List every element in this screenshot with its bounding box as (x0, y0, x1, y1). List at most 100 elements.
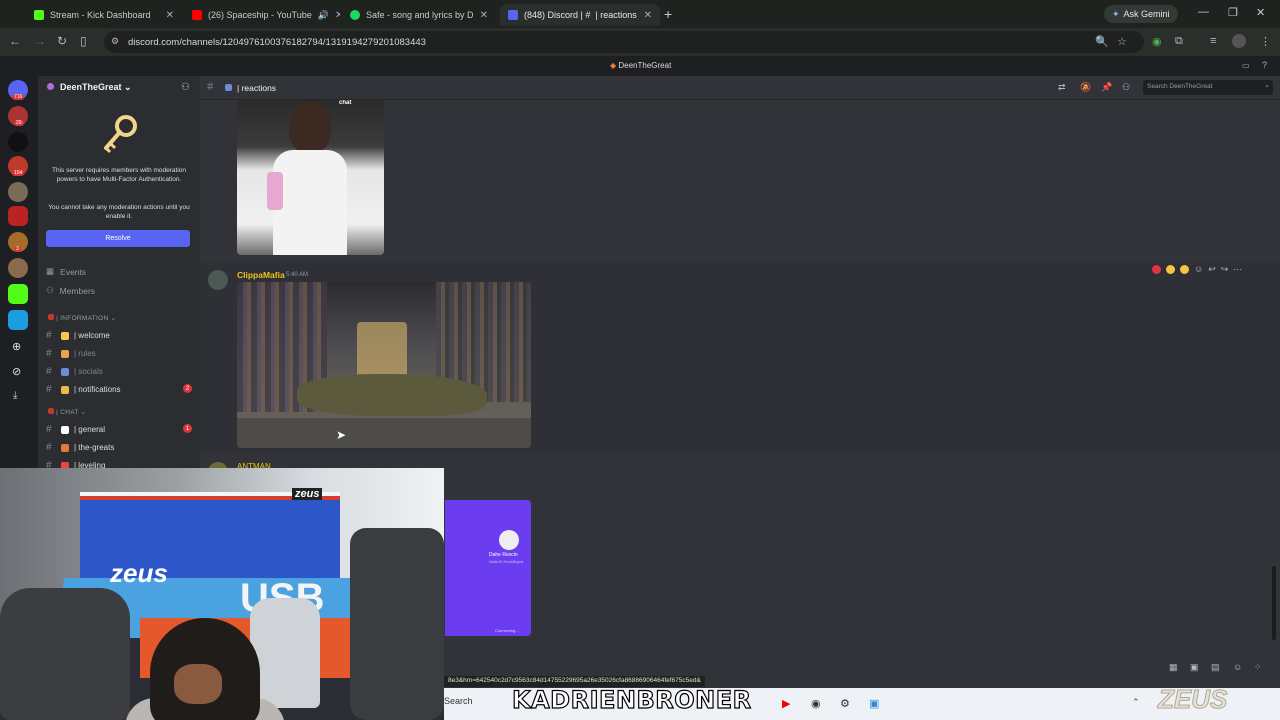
link-embed[interactable]: Dahe Rescin Mafia Of ZeuskBegins Connect… (445, 500, 531, 636)
members-nav[interactable]: ⚇ Members (46, 285, 95, 296)
channel-the-greats[interactable]: # | the-greats (46, 442, 192, 453)
server-icon[interactable] (8, 132, 28, 152)
close-icon[interactable]: ✕ (335, 10, 340, 21)
side-panel-icon[interactable]: ▯ (80, 34, 87, 48)
reaction-heart-icon[interactable] (1152, 264, 1161, 274)
close-window-button[interactable]: ✕ (1256, 6, 1265, 19)
events-nav[interactable]: ▦ Events (46, 266, 86, 277)
site-info-icon[interactable]: ⚙ (111, 36, 119, 47)
steam-taskbar-icon[interactable]: ⚙ (840, 697, 850, 710)
tab-spotify[interactable]: Safe - song and lyrics by Drū C ✕ (342, 4, 496, 26)
bookmark-star-icon[interactable]: ☆ (1117, 35, 1127, 48)
channel-emoji (225, 84, 232, 91)
reaction-laugh-icon[interactable] (1166, 264, 1175, 274)
channel-name: | the-greats (74, 443, 115, 452)
message-author[interactable]: ClippaMafia (237, 270, 285, 280)
category-information[interactable]: | INFORMATION ⌄ (48, 314, 116, 322)
webcam-person-hand (174, 664, 222, 704)
tray-chevron-up-icon[interactable]: ⌃ (1132, 697, 1140, 708)
server-name-header[interactable]: DeenTheGreat ⌄ (60, 82, 132, 93)
server-icon[interactable] (8, 284, 28, 304)
channel-emoji (61, 331, 69, 340)
media-control-icon[interactable]: ≡ (1210, 35, 1216, 47)
taskbar-search[interactable]: Search (444, 696, 473, 706)
url-bar[interactable]: discord.com/channels/1204976100376182794… (104, 31, 1144, 53)
search-input[interactable]: Search DeenTheGreat ⌕ (1143, 80, 1273, 95)
tab-youtube[interactable]: (26) Spaceship - YouTube 🔊 ✕ (184, 4, 340, 26)
reload-button[interactable]: ↻ (57, 34, 67, 48)
maximize-button[interactable]: ❐ (1228, 6, 1238, 19)
pin-icon[interactable]: 📌 (1101, 82, 1112, 93)
sticker-icon[interactable]: ▤ (1211, 662, 1220, 673)
resolve-button[interactable]: Resolve (46, 230, 190, 247)
mfa-notice: This server requires members with modera… (51, 167, 187, 183)
tab-discord[interactable]: (848) Discord | # | reactions ✕ (500, 4, 660, 26)
youtube-taskbar-icon[interactable]: ▶ (782, 697, 790, 710)
embed-subtitle: Mafia Of ZeuskBegins (489, 560, 524, 564)
ask-gemini-button[interactable]: ✦ Ask Gemini (1104, 5, 1178, 23)
message-image-attachment[interactable] (237, 282, 531, 448)
server-badge-icon (47, 83, 54, 90)
reply-icon[interactable]: ↩ (1208, 264, 1216, 275)
server-icon[interactable] (8, 258, 28, 278)
menu-kebab-icon[interactable]: ⋮ (1260, 35, 1271, 48)
server-icon[interactable] (8, 182, 28, 202)
channel-general[interactable]: # | general 1 (46, 424, 192, 435)
channel-emoji (61, 367, 69, 376)
close-icon[interactable]: ✕ (644, 10, 652, 21)
extension-icon[interactable]: ◉ (1152, 35, 1162, 48)
gift-icon[interactable]: ▦ (1169, 662, 1178, 673)
download-icon[interactable]: ⤓ (13, 390, 17, 401)
add-reaction-icon[interactable]: ☺ (1194, 264, 1203, 274)
message-image-attachment[interactable]: chat (237, 100, 384, 255)
inbox-icon[interactable]: ▭ (1242, 61, 1250, 70)
gif-icon[interactable]: ▣ (1190, 662, 1199, 673)
category-chat[interactable]: | CHAT ⌄ (48, 408, 86, 416)
tab-title: Safe - song and lyrics by Drū C (366, 10, 474, 20)
image-ground (237, 418, 531, 448)
reaction-emoji-icon[interactable] (1180, 264, 1189, 274)
app-taskbar-icon[interactable]: ▣ (869, 697, 879, 710)
channel-title: | reactions (237, 83, 277, 93)
speaker-icon[interactable]: 🔊 (318, 10, 329, 21)
webcam-zeus-sign: zeus (292, 488, 323, 500)
unread-badge: 2 (183, 384, 192, 393)
invite-people-icon[interactable]: ⚇ (181, 82, 190, 93)
channel-socials[interactable]: # | socials (46, 366, 192, 377)
extensions-puzzle-icon[interactable]: ⧉ (1175, 35, 1183, 48)
server-icon[interactable] (8, 310, 28, 330)
emoji-picker-icon[interactable]: ☺ (1233, 662, 1242, 672)
new-tab-button[interactable]: + (664, 6, 672, 22)
discover-icon[interactable]: ⊘ (12, 365, 21, 378)
back-button[interactable]: ← (9, 34, 21, 48)
image-subject-body (273, 150, 347, 255)
channel-rules[interactable]: # | rules (46, 348, 192, 359)
hashtag-icon: # (46, 330, 52, 341)
channel-notifications[interactable]: # | notifications 2 (46, 384, 192, 395)
channel-emoji (61, 349, 69, 358)
search-placeholder: Search DeenTheGreat (1147, 83, 1213, 90)
minimize-button[interactable]: — (1198, 6, 1209, 18)
forward-icon[interactable]: ↪ (1221, 264, 1229, 275)
embed-avatar (499, 530, 519, 550)
members-icon: ⚇ (46, 285, 54, 295)
avatar[interactable] (208, 270, 228, 290)
member-list-icon[interactable]: ⚇ (1122, 82, 1130, 93)
help-icon[interactable]: ? (1262, 60, 1267, 70)
server-icon[interactable] (8, 206, 28, 226)
add-server-icon[interactable]: ⊕ (12, 340, 21, 353)
close-icon[interactable]: ✕ (480, 10, 488, 21)
more-icon[interactable]: ⋯ (1233, 264, 1242, 275)
tab-kick-dashboard[interactable]: Stream - Kick Dashboard ✕ (26, 4, 182, 26)
close-icon[interactable]: ✕ (166, 10, 174, 21)
notification-bell-icon[interactable]: 🔕 (1080, 82, 1091, 93)
channel-welcome[interactable]: # | welcome (46, 330, 192, 341)
mouse-cursor-icon: ➤ (336, 428, 347, 442)
app-taskbar-icon[interactable]: ◉ (811, 697, 821, 710)
scrollbar-thumb[interactable] (1272, 566, 1276, 640)
forward-button[interactable]: → (34, 34, 46, 48)
threads-icon[interactable]: ⇄ (1058, 82, 1066, 93)
profile-avatar[interactable] (1232, 34, 1246, 48)
apps-icon[interactable]: ⁘ (1254, 662, 1262, 673)
zoom-icon[interactable]: 🔍 (1095, 35, 1109, 48)
